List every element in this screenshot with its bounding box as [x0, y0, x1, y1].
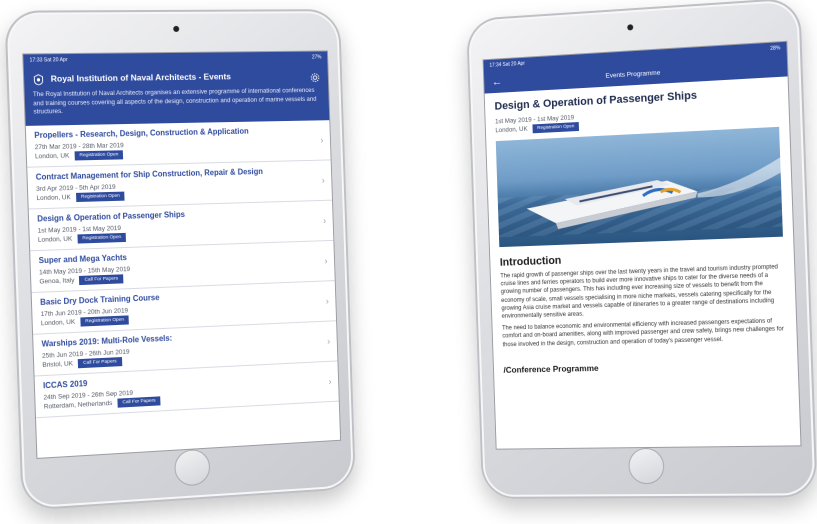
- status-badge: Registration Open: [80, 314, 130, 327]
- intro-paragraph-2: The need to balance economic and environ…: [502, 318, 784, 348]
- header-description: The Royal Institution of Naval Architect…: [32, 87, 317, 116]
- chevron-right-icon: ›: [321, 174, 325, 185]
- rina-crest-icon: [32, 73, 45, 85]
- stage: 17:33 Sat 20 Apr 27% Royal Institution o…: [0, 0, 817, 524]
- app-header: Royal Institution of Naval Architects - …: [23, 63, 330, 126]
- status-time: 17:34 Sat 20 Apr: [489, 60, 525, 69]
- status-badge: Call For Papers: [79, 273, 124, 285]
- event-list: Propellers - Research, Design, Construct…: [25, 119, 339, 418]
- ipad-right: 17:34 Sat 20 Apr 28% ← Events Programme …: [466, 0, 817, 499]
- event-location: London, UK: [37, 235, 73, 244]
- chevron-right-icon: ›: [328, 375, 332, 386]
- event-location: London, UK: [40, 318, 76, 327]
- status-badge: Registration Open: [532, 121, 580, 134]
- event-location: London, UK: [34, 151, 70, 160]
- event-location: London, UK: [495, 125, 528, 135]
- chevron-right-icon: ›: [327, 335, 331, 346]
- home-button[interactable]: [173, 448, 211, 487]
- event-detail-screen: 17:34 Sat 20 Apr 28% ← Events Programme …: [482, 40, 802, 450]
- intro-paragraph-1: The rapid growth of passenger ships over…: [500, 264, 779, 320]
- event-location: London, UK: [36, 193, 71, 202]
- ipad-left: 17:33 Sat 20 Apr 27% Royal Institution o…: [4, 9, 356, 511]
- app-title: Royal Institution of Naval Architects - …: [50, 71, 231, 84]
- status-badge: Call For Papers: [77, 356, 122, 368]
- chevron-right-icon: ›: [324, 255, 328, 266]
- status-battery: 27%: [311, 54, 322, 61]
- status-badge: Registration Open: [75, 191, 125, 202]
- front-camera: [173, 25, 180, 32]
- event-location: Bristol, UK: [42, 359, 74, 369]
- ship-illustration: [525, 157, 782, 230]
- status-time: 17:33 Sat 20 Apr: [29, 57, 68, 64]
- settings-gear-icon[interactable]: [310, 70, 321, 81]
- status-badge: Registration Open: [74, 149, 124, 160]
- status-badge: Registration Open: [77, 232, 127, 244]
- events-list-screen: 17:33 Sat 20 Apr 27% Royal Institution o…: [22, 50, 342, 459]
- home-button[interactable]: [627, 447, 665, 485]
- chevron-right-icon: ›: [323, 215, 327, 225]
- chevron-right-icon: ›: [320, 134, 324, 145]
- event-location: Genoa, Italy: [39, 276, 75, 286]
- programme-heading: /Conference Programme: [503, 362, 599, 375]
- status-badge: Call For Papers: [117, 395, 161, 408]
- chevron-right-icon: ›: [325, 295, 329, 306]
- back-arrow-icon[interactable]: ←: [492, 76, 506, 88]
- front-camera: [627, 24, 634, 31]
- status-battery: 28%: [770, 45, 781, 52]
- passenger-ship-photo: [495, 126, 783, 248]
- event-detail: Design & Operation of Passenger Ships 1s…: [485, 76, 798, 382]
